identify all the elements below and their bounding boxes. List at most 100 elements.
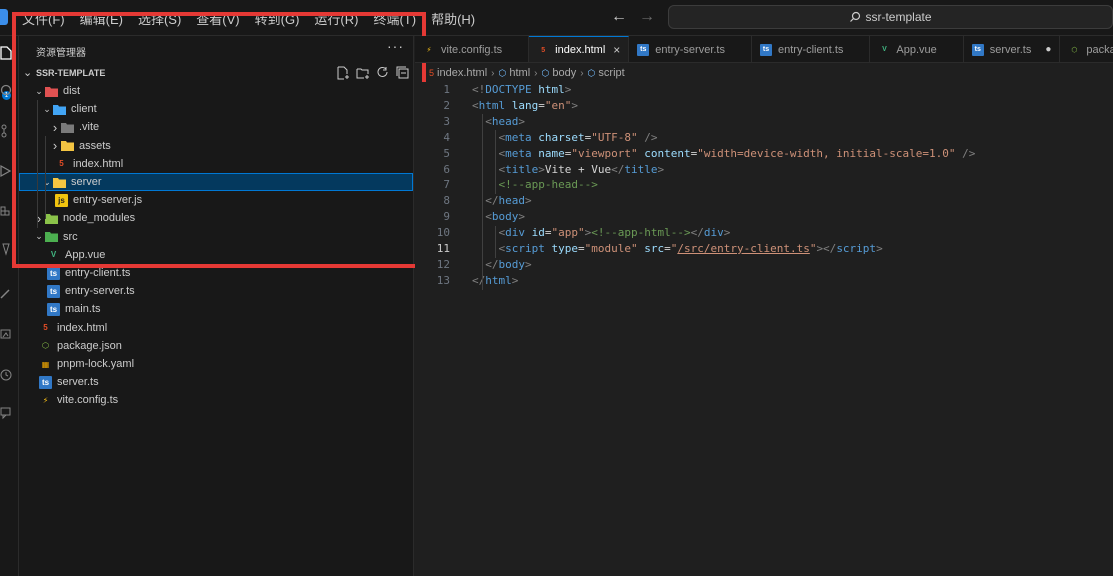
line-number: 5 xyxy=(443,146,450,160)
file-row[interactable]: ts server.ts xyxy=(19,373,413,391)
menu-item[interactable]: 运行(R) xyxy=(314,9,358,28)
tab-label: packa xyxy=(1086,43,1113,56)
tab-index-html[interactable]: 5 index.html × xyxy=(529,36,630,62)
tab-vite-config-ts[interactable]: ⚡ vite.config.ts xyxy=(415,36,530,62)
code-text: <!--app-head--> xyxy=(472,177,598,193)
folder-row[interactable]: ⌄ client xyxy=(19,100,413,118)
menu-item[interactable]: 终端(T) xyxy=(373,9,416,28)
workspace-section-header[interactable]: ⌄ SSR-TEMPLATE xyxy=(19,66,414,81)
code-token: charset xyxy=(538,130,585,144)
menu-item[interactable]: 编辑(E) xyxy=(80,9,123,28)
chevron-down-icon[interactable]: ⌄ xyxy=(41,176,53,188)
chevron-down-icon[interactable]: ⌄ xyxy=(41,103,53,115)
menu-item[interactable]: 查看(V) xyxy=(196,9,239,28)
folder-row[interactable]: › .vite xyxy=(19,118,413,136)
line-number: 10 xyxy=(436,226,450,240)
extensions-icon[interactable] xyxy=(0,202,12,216)
code-token: ></ xyxy=(816,242,837,255)
code-token: type xyxy=(551,242,579,255)
explorer-sidebar: 资源管理器 ··· ⌄ SSR-TEMPLATE ⌄ dist ⌄ client › .v… xyxy=(19,36,414,576)
breadcrumb-item[interactable]: body xyxy=(552,67,576,79)
tree-item-label: index.html xyxy=(73,157,124,170)
chevron-right-icon[interactable]: › xyxy=(49,120,61,135)
new-file-icon[interactable] xyxy=(336,66,350,80)
new-folder-icon[interactable] xyxy=(356,66,370,80)
tree-item-label: index.html xyxy=(57,321,108,334)
chevron-down-icon[interactable]: ⌄ xyxy=(33,85,45,97)
code-token: = xyxy=(664,242,671,255)
code-token: /src/entry-client.ts xyxy=(677,242,810,255)
chevron-down-icon[interactable]: ⌄ xyxy=(33,231,45,243)
explorer-icon[interactable] xyxy=(0,46,12,60)
command-center-text: ssr-template xyxy=(865,10,932,24)
code-text: </body> xyxy=(472,257,531,273)
indent-guide xyxy=(45,191,46,219)
docker-icon[interactable] xyxy=(0,288,12,302)
command-center-search[interactable]: ssr-template xyxy=(668,5,1113,29)
search-view-icon[interactable] xyxy=(0,84,12,98)
breadcrumb-item[interactable]: index.html xyxy=(437,67,487,79)
code-token: head xyxy=(491,114,519,128)
node-file-icon: ⬡ xyxy=(42,341,49,351)
folder-row[interactable]: ⌄ src xyxy=(19,228,413,246)
breadcrumb-item[interactable]: script xyxy=(598,67,624,79)
tab-entry-server-ts[interactable]: ts entry-server.ts xyxy=(629,36,752,62)
menu-item[interactable]: 转到(G) xyxy=(255,9,300,28)
file-row[interactable]: V App.vue xyxy=(19,246,413,264)
folder-row[interactable]: › node_modules xyxy=(19,209,413,227)
line-number: 9 xyxy=(443,210,450,224)
back-arrow-icon[interactable]: ← xyxy=(611,8,627,26)
file-row[interactable]: ts main.ts xyxy=(19,300,413,318)
menu-item[interactable]: 文件(F) xyxy=(22,9,65,28)
code-line: 13 </html> xyxy=(415,273,1113,289)
file-row[interactable]: ▦ pnpm-lock.yaml xyxy=(19,355,413,373)
folder-row[interactable]: ⌄ dist xyxy=(19,82,413,100)
unsaved-dot-icon[interactable]: ● xyxy=(1045,44,1051,55)
tree-item-label: entry-client.ts xyxy=(65,267,131,279)
more-actions-icon[interactable]: ··· xyxy=(387,38,404,54)
code-editor[interactable]: 1 <!DOCTYPE html> 2 <html lang="en"> 3 <head… xyxy=(415,82,1113,576)
chat-icon[interactable] xyxy=(0,406,12,420)
folder-row[interactable]: ⌄ server xyxy=(19,173,413,191)
timeline-icon[interactable] xyxy=(0,368,12,382)
indent-guide xyxy=(495,130,496,194)
file-row[interactable]: ⬡ package.json xyxy=(19,337,413,355)
code-token: </ xyxy=(690,226,704,240)
close-icon[interactable]: × xyxy=(613,43,620,57)
testing-icon[interactable] xyxy=(0,242,12,256)
menu-item[interactable]: 帮助(H) xyxy=(431,9,475,28)
tab-server-ts[interactable]: ts server.ts ● xyxy=(964,36,1061,62)
element-icon: ⬡ xyxy=(587,67,596,78)
code-token: </ xyxy=(485,257,499,271)
breadcrumb-item[interactable]: html xyxy=(509,67,530,79)
vite-file-icon: ⚡ xyxy=(426,46,432,54)
ts-file-icon: ts xyxy=(39,375,52,389)
chevron-right-icon[interactable]: › xyxy=(33,211,45,226)
code-line: 3 <head> xyxy=(415,114,1113,130)
code-token: > xyxy=(657,162,665,176)
tab-entry-client-ts[interactable]: ts entry-client.ts xyxy=(752,36,871,62)
collapse-all-icon[interactable] xyxy=(396,66,410,80)
tab-packa[interactable]: ⬡ packa xyxy=(1060,36,1113,62)
ts-file-icon: ts xyxy=(759,43,772,56)
file-row[interactable]: js entry-server.js xyxy=(19,191,413,209)
code-token: title xyxy=(505,162,539,176)
code-token: > xyxy=(518,114,525,128)
tab-app-vue[interactable]: V App.vue xyxy=(870,36,964,62)
chevron-right-icon[interactable]: › xyxy=(49,138,61,153)
file-row[interactable]: ts entry-server.ts xyxy=(19,282,413,300)
file-row[interactable]: 5 index.html xyxy=(19,319,413,337)
tree-item-label: node_modules xyxy=(63,212,136,225)
folder-row[interactable]: › assets xyxy=(19,137,413,155)
source-control-icon[interactable] xyxy=(0,124,12,138)
refresh-icon[interactable] xyxy=(376,66,390,80)
code-token: div xyxy=(703,226,724,240)
forward-arrow-icon[interactable]: → xyxy=(639,8,655,26)
file-row[interactable]: ts entry-client.ts xyxy=(19,264,413,282)
file-row[interactable]: ⚡ vite.config.ts xyxy=(19,391,413,409)
run-debug-icon[interactable] xyxy=(0,164,12,178)
menu-item[interactable]: 选择(S) xyxy=(138,9,181,28)
remote-explorer-icon[interactable] xyxy=(0,328,12,342)
file-row[interactable]: 5 index.html xyxy=(19,155,413,173)
